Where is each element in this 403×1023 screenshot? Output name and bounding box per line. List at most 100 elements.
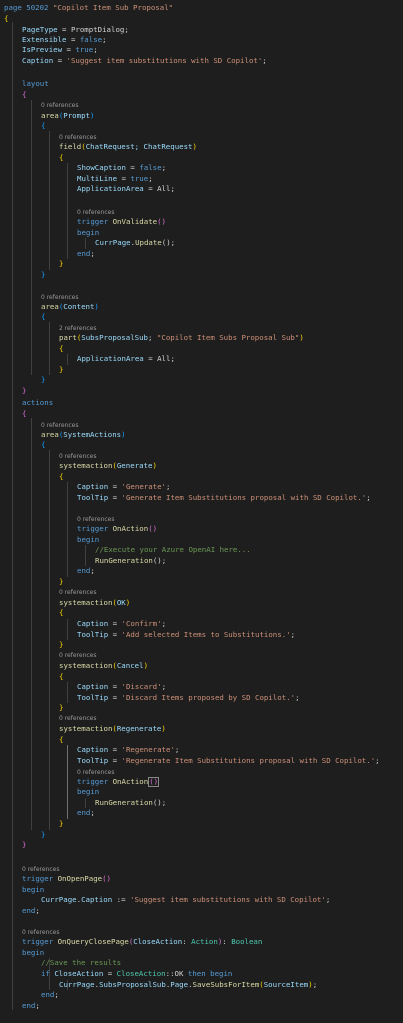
code-token: true — [75, 45, 94, 54]
code-line[interactable]: CurrPage.Update(); — [0, 238, 403, 248]
codelens-references[interactable]: 0 references — [0, 134, 403, 141]
code-line[interactable]: systemaction(OK) — [0, 598, 403, 608]
codelens-references[interactable]: 0 references — [0, 652, 403, 659]
code-line[interactable]: ToolTip = 'Regenerate Item Substitutions… — [0, 756, 403, 766]
code-line[interactable]: { — [0, 121, 403, 131]
code-line[interactable]: { — [0, 409, 403, 419]
code-line[interactable]: field(ChatRequest; ChatRequest) — [0, 142, 403, 152]
codelens-references[interactable]: 0 references — [0, 929, 403, 936]
code-line[interactable]: begin — [0, 228, 403, 238]
code-line[interactable]: trigger OnQueryClosePage(CloseAction: Ac… — [0, 937, 403, 947]
code-line[interactable]: begin — [0, 885, 403, 895]
code-line[interactable]: systemaction(Cancel) — [0, 661, 403, 671]
code-line[interactable]: //Execute your Azure OpenAI here... — [0, 545, 403, 555]
code-line[interactable]: ToolTip = 'Add selected Items to Substit… — [0, 630, 403, 640]
code-line[interactable]: begin — [0, 948, 403, 958]
code-line[interactable]: end; — [0, 990, 403, 1000]
code-line[interactable]: } — [0, 270, 403, 280]
code-line[interactable]: end; — [0, 808, 403, 818]
codelens-references[interactable]: 0 references — [0, 453, 403, 460]
codelens-references[interactable]: 0 references — [0, 516, 403, 523]
code-line[interactable]: ToolTip = 'Generate Item Substitutions p… — [0, 493, 403, 503]
code-line[interactable]: Caption = 'Generate'; — [0, 482, 403, 492]
code-editor[interactable]: 0 references 0 references 0 references 0 re… — [0, 0, 403, 1023]
codelens-references[interactable]: 0 references — [0, 422, 403, 429]
code-token: part — [59, 333, 77, 342]
code-line[interactable]: IsPreview = true; — [0, 45, 403, 55]
code-line[interactable]: PageType = PromptDialog; — [0, 25, 403, 35]
code-line[interactable]: } — [0, 703, 403, 713]
code-token: () — [148, 524, 158, 533]
codelens-references[interactable]: 0 references — [0, 589, 403, 596]
codelens-references[interactable]: 0 references — [0, 209, 403, 216]
code-line[interactable]: if CloseAction = CloseAction::OK then be… — [0, 969, 403, 979]
code-line[interactable]: { — [0, 153, 403, 163]
code-line[interactable]: } — [0, 365, 403, 375]
codelens-references[interactable]: 0 references — [0, 769, 403, 776]
code-token: 'Regenerate Item Substitutions proposal … — [121, 756, 376, 765]
code-line[interactable]: ApplicationArea = All; — [0, 354, 403, 364]
code-line[interactable]: } — [0, 819, 403, 829]
code-line[interactable]: page 50202 "Copilot Item Sub Proposal" — [0, 3, 403, 13]
code-line[interactable]: { — [0, 735, 403, 745]
code-line[interactable]: layout — [0, 79, 403, 89]
code-line[interactable]: { — [0, 14, 403, 24]
code-line[interactable]: } — [0, 259, 403, 269]
code-line[interactable]: Caption = 'Suggest item substitutions wi… — [0, 56, 403, 66]
code-line[interactable]: ToolTip = 'Discard Items proposed by SD … — [0, 693, 403, 703]
code-line[interactable]: { — [0, 90, 403, 100]
code-line[interactable]: ApplicationArea = All; — [0, 184, 403, 194]
codelens-references[interactable]: 0 references — [0, 294, 403, 301]
code-line[interactable]: MultiLine = true; — [0, 174, 403, 184]
code-line[interactable]: CurrPage.SubsProposalSub.Page.SaveSubsFo… — [0, 980, 403, 990]
code-line[interactable]: trigger OnValidate() — [0, 217, 403, 227]
code-token: ; — [102, 35, 107, 44]
code-line[interactable]: systemaction(Regenerate) — [0, 724, 403, 734]
codelens-references[interactable]: 0 references — [0, 715, 403, 722]
code-line[interactable]: end; — [0, 1001, 403, 1011]
code-line[interactable]: end; — [0, 566, 403, 576]
code-line[interactable]: part(SubsProposalSub; "Copilot Item Subs… — [0, 333, 403, 343]
code-line[interactable]: end; — [0, 906, 403, 916]
code-line[interactable]: trigger OnAction() — [0, 777, 403, 787]
code-line[interactable]: { — [0, 672, 403, 682]
code-line[interactable]: Caption = 'Confirm'; — [0, 619, 403, 629]
code-line[interactable]: systemaction(Generate) — [0, 461, 403, 471]
code-line[interactable]: { — [0, 472, 403, 482]
code-line[interactable]: } — [0, 577, 403, 587]
code-line[interactable]: } — [0, 386, 403, 396]
codelens-references[interactable]: 0 references — [0, 866, 403, 873]
code-line[interactable]: ShowCaption = false; — [0, 163, 403, 173]
code-token: OnAction — [112, 524, 149, 533]
code-line[interactable]: { — [0, 440, 403, 450]
code-line[interactable]: { — [0, 344, 403, 354]
code-line[interactable]: trigger OnOpenPage() — [0, 874, 403, 884]
code-token: = — [108, 493, 122, 502]
code-line[interactable]: RunGeneration(); — [0, 556, 403, 566]
code-line[interactable]: Extensible = false; — [0, 35, 403, 45]
code-line[interactable]: CurrPage.Caption := 'Suggest item substi… — [0, 895, 403, 905]
code-line[interactable]: { — [0, 312, 403, 322]
code-line[interactable]: } — [0, 375, 403, 385]
code-line[interactable]: Caption = 'Regenerate'; — [0, 745, 403, 755]
code-line[interactable]: Caption = 'Discard'; — [0, 682, 403, 692]
code-line[interactable]: area(Content) — [0, 302, 403, 312]
code-line[interactable]: } — [0, 830, 403, 840]
code-line[interactable]: begin — [0, 535, 403, 545]
code-line[interactable]: area(SystemActions) — [0, 430, 403, 440]
code-line[interactable]: end; — [0, 249, 403, 259]
code-token: CurrPage — [59, 980, 95, 989]
codelens-references[interactable]: 2 references — [0, 325, 403, 332]
code-line[interactable]: RunGeneration(); — [0, 798, 403, 808]
code-line[interactable]: begin — [0, 787, 403, 797]
code-line[interactable]: //Save the results — [0, 958, 403, 968]
code-line[interactable]: { — [0, 608, 403, 618]
code-line[interactable]: actions — [0, 398, 403, 408]
codelens-references[interactable]: 0 references — [0, 102, 403, 109]
code-line[interactable]: trigger OnAction() — [0, 524, 403, 534]
code-line[interactable]: } — [0, 840, 403, 850]
code-token: ::OK — [165, 969, 188, 978]
code-line[interactable]: area(Prompt) — [0, 111, 403, 121]
code-token: SourceItem — [263, 980, 309, 989]
code-line[interactable]: } — [0, 640, 403, 650]
